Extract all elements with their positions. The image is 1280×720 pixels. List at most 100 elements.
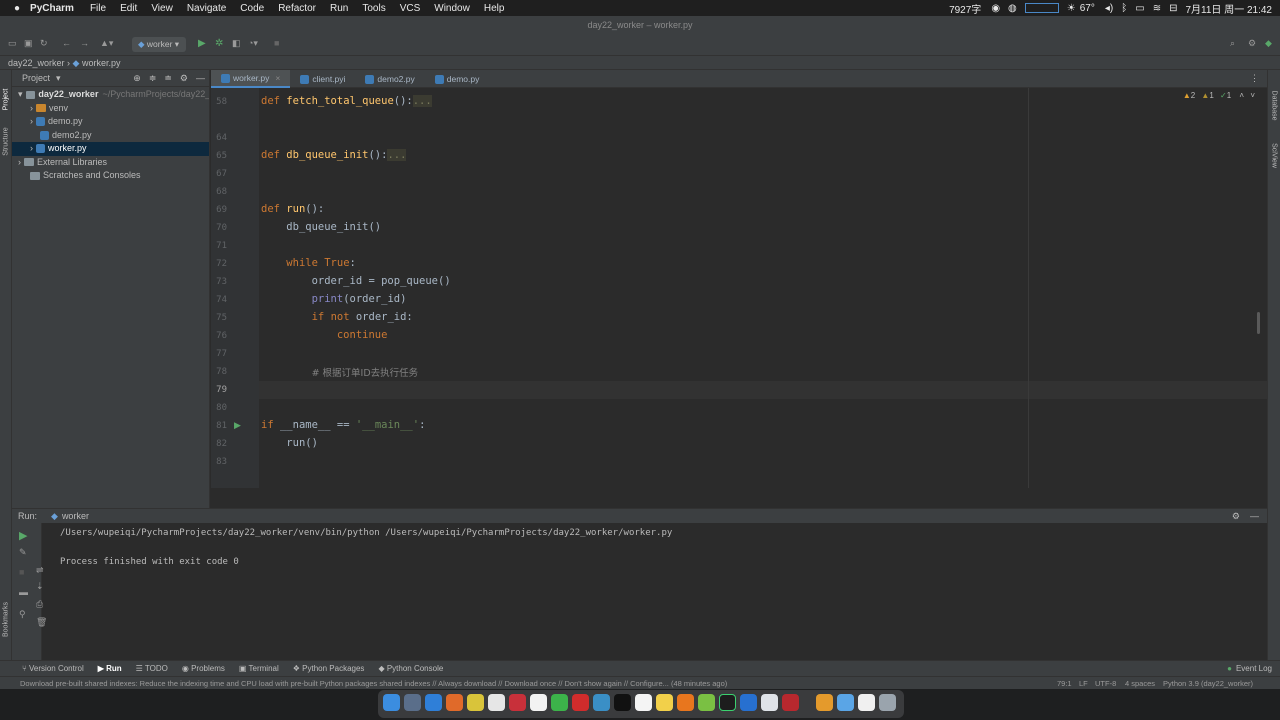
jetbrains-logo-icon[interactable]: ◆ (1265, 38, 1272, 49)
tab-worker[interactable]: worker.py × (211, 70, 291, 88)
run-icon[interactable]: ▶ (198, 38, 206, 49)
textedit-icon[interactable] (488, 694, 505, 711)
bluetooth-icon[interactable]: ᛒ (1121, 3, 1127, 14)
menu-view[interactable]: View (151, 3, 173, 14)
stop-icon[interactable]: ■ (19, 567, 24, 577)
trash-icon[interactable]: 🗑 (36, 617, 47, 628)
menu-edit[interactable]: Edit (120, 3, 137, 14)
battery-icon[interactable]: ▭ (1135, 3, 1144, 14)
scroll-to-end-icon[interactable]: ⇣ (36, 581, 44, 592)
breadcrumb-file[interactable]: worker.py (82, 58, 121, 68)
word-count-status[interactable]: 7927字 (949, 1, 981, 16)
build-icon[interactable]: ▲▾ (100, 38, 113, 49)
tab-python-console[interactable]: ◆ Python Console (378, 664, 443, 673)
wrench-icon[interactable]: ✎ (19, 547, 27, 558)
menu-refactor[interactable]: Refactor (278, 3, 316, 14)
rerun-icon[interactable]: ▶ (19, 529, 27, 542)
tree-item-demo2[interactable]: demo2.py (12, 129, 209, 143)
run-config-select[interactable]: ◆ worker ▾ (132, 37, 186, 52)
database-tool-label[interactable]: Database (1271, 86, 1278, 126)
settings-gear-icon[interactable]: ⚙ (1248, 38, 1256, 49)
forward-arrow-icon[interactable]: → (80, 38, 89, 48)
downloads-folder-icon[interactable] (837, 694, 854, 711)
chevron-down-icon[interactable]: ˅ (1250, 91, 1255, 100)
expand-all-icon[interactable]: ≑ (149, 73, 157, 84)
tab-client[interactable]: client.pyi (290, 70, 355, 88)
temperature-icon[interactable]: ☀ (1067, 3, 1076, 14)
tab-demo[interactable]: demo.py (425, 70, 490, 88)
sciview-tool-label[interactable]: SciView (1271, 138, 1278, 174)
more-tabs-icon[interactable]: ⋮ (1250, 73, 1259, 87)
volume-icon[interactable]: ◂) (1105, 3, 1113, 14)
screenshot-tool-icon[interactable] (740, 694, 757, 711)
menu-run[interactable]: Run (330, 3, 348, 14)
code-editor[interactable]: def fetch_total_queue():... def db_queue… (259, 88, 1267, 488)
tab-python-packages[interactable]: ❖ Python Packages (293, 664, 365, 673)
close-icon[interactable]: × (275, 73, 280, 83)
tree-item-venv[interactable]: › venv (12, 102, 209, 116)
sync-icon[interactable]: ↻ (40, 38, 48, 49)
locate-icon[interactable]: ⊕ (133, 73, 141, 84)
tree-item-demo[interactable]: › demo.py (12, 115, 209, 129)
inspection-widget[interactable]: ▲2 ▲1 ✓1 ˄ ˅ (1183, 91, 1255, 100)
tab-problems[interactable]: ◉ Problems (182, 664, 225, 673)
tab-terminal[interactable]: ▣ Terminal (239, 664, 279, 673)
mic-icon[interactable]: ◉ (991, 3, 1000, 14)
pin-icon[interactable]: ⚲ (19, 609, 26, 620)
menu-help[interactable]: Help (484, 3, 505, 14)
event-log-button[interactable]: Event Log (1236, 664, 1272, 673)
wechat-icon[interactable]: ◍ (1008, 3, 1017, 14)
menu-window[interactable]: Window (434, 3, 470, 14)
folded-code[interactable]: ... (387, 149, 407, 161)
coverage-icon[interactable]: ◧ (232, 38, 241, 49)
chrome-icon[interactable] (467, 694, 484, 711)
settings-gear-icon[interactable]: ⚙ (180, 73, 188, 84)
folder-dock-icon[interactable] (816, 694, 833, 711)
search-icon[interactable]: ⌕ (1230, 38, 1235, 49)
debug-icon[interactable]: ✲ (215, 38, 223, 49)
minimize-icon[interactable]: — (196, 73, 205, 83)
sublime-icon[interactable] (677, 694, 694, 711)
utility-app-icon[interactable] (761, 694, 778, 711)
run-tab-worker[interactable]: worker (62, 511, 89, 521)
red-app-icon[interactable] (782, 694, 799, 711)
menu-file[interactable]: File (90, 3, 106, 14)
back-arrow-icon[interactable]: ← (62, 38, 71, 48)
open-folder-icon[interactable]: ▭ (8, 38, 17, 49)
temperature-status[interactable]: 67° (1080, 3, 1095, 14)
document-icon[interactable] (858, 694, 875, 711)
tree-item-worker[interactable]: › worker.py (12, 142, 209, 156)
editor-scrollbar[interactable] (1257, 312, 1260, 334)
safari-icon[interactable] (425, 694, 442, 711)
collapse-all-icon[interactable]: ≐ (164, 73, 172, 84)
stop-icon[interactable]: ■ (274, 38, 279, 48)
tree-root[interactable]: ▾ day22_worker ~/PycharmProjects/day22_ (12, 88, 209, 102)
preview-icon[interactable] (593, 694, 610, 711)
menu-code[interactable]: Code (240, 3, 264, 14)
tab-demo2[interactable]: demo2.py (355, 70, 424, 88)
print-icon[interactable]: ⎙ (36, 599, 43, 610)
pycharm-dock-icon[interactable] (719, 694, 736, 711)
finder-icon[interactable] (383, 694, 400, 711)
app-icon[interactable] (635, 694, 652, 711)
trash-dock-icon[interactable] (879, 694, 896, 711)
chevron-up-icon[interactable]: ˄ (1239, 91, 1244, 100)
project-tool-label[interactable]: Project (3, 84, 10, 116)
netease-music-icon[interactable] (572, 694, 589, 711)
menu-tools[interactable]: Tools (362, 3, 385, 14)
control-center-icon[interactable]: ⊟ (1169, 3, 1177, 14)
menu-vcs[interactable]: VCS (400, 3, 421, 14)
wechat-dock-icon[interactable] (551, 694, 568, 711)
tree-item-external-libraries[interactable]: › External Libraries (12, 156, 209, 170)
tab-run[interactable]: ▶ Run (98, 664, 122, 673)
input-field-status[interactable] (1024, 3, 1059, 13)
bookmarks-tool-label[interactable]: Bookmarks (3, 598, 10, 642)
tab-todo[interactable]: ☰ TODO (136, 664, 168, 673)
layout-icon[interactable]: ▬ (19, 587, 28, 597)
terminal-icon[interactable] (614, 694, 631, 711)
menu-navigate[interactable]: Navigate (187, 3, 226, 14)
wifi-icon[interactable]: ≋ (1153, 3, 1161, 14)
clock[interactable]: 7月11日 周一 21:42 (1185, 1, 1272, 16)
git-client-icon[interactable] (698, 694, 715, 711)
profile-icon[interactable]: ◔▾ (248, 38, 258, 49)
